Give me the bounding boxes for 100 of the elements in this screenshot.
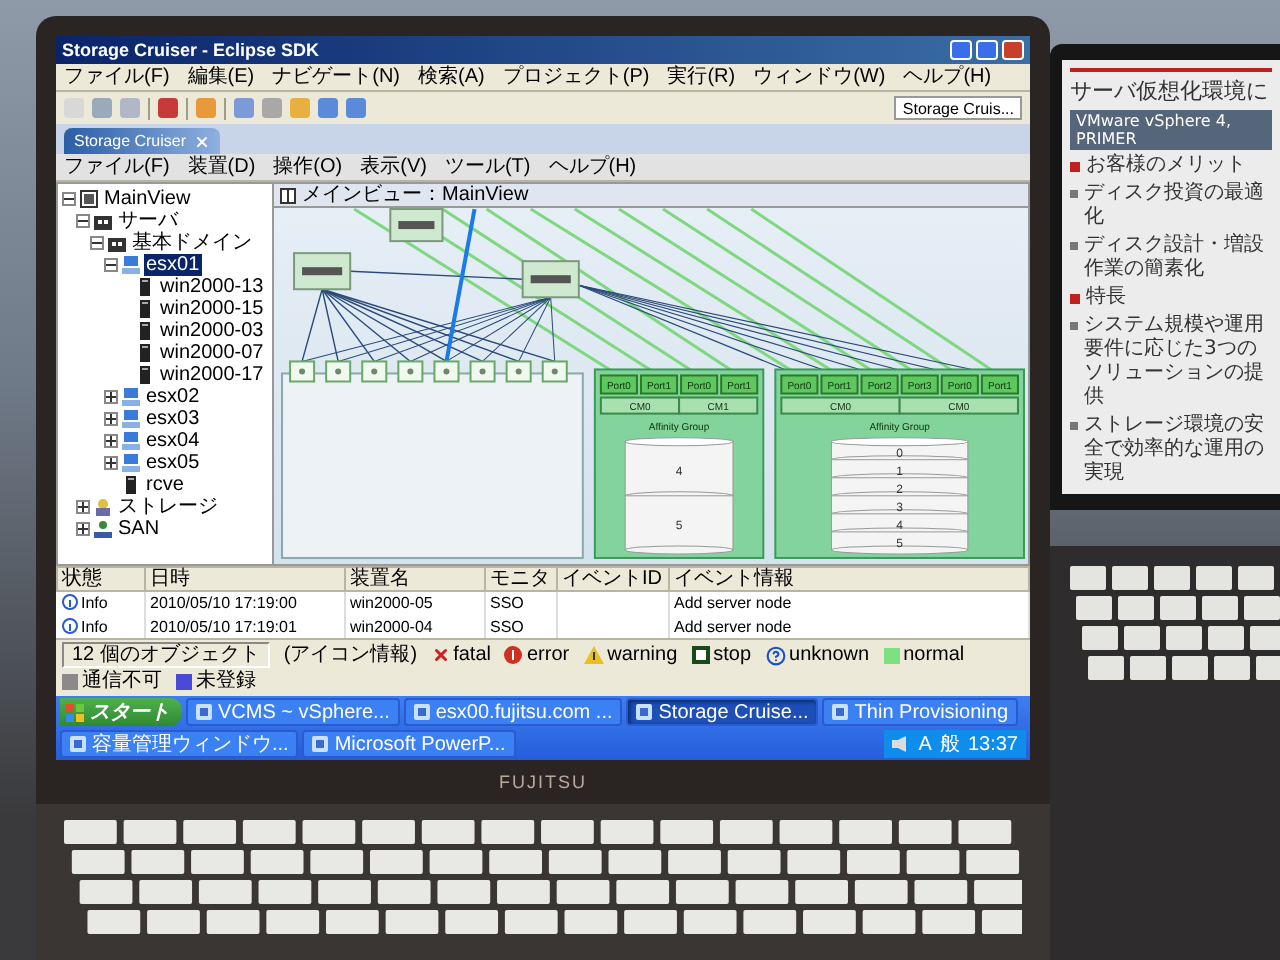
bullet-icon xyxy=(1070,242,1078,250)
app-icon xyxy=(196,704,212,720)
expand-toggle[interactable] xyxy=(104,434,118,448)
switch-node[interactable] xyxy=(389,208,444,243)
expand-toggle[interactable] xyxy=(76,500,90,514)
legend-label: fatal xyxy=(453,643,491,667)
menu-item[interactable]: ヘルプ(H) xyxy=(548,155,637,179)
menu-item[interactable]: ウィンドウ(W) xyxy=(753,65,886,89)
tree-item[interactable]: win2000-17 xyxy=(158,364,266,386)
host-node[interactable] xyxy=(325,360,352,383)
column-header[interactable]: モニタ xyxy=(485,566,557,590)
cross-icon xyxy=(431,646,450,664)
host-node[interactable] xyxy=(469,360,496,383)
switch-node[interactable] xyxy=(293,252,352,291)
collapse-toggle[interactable] xyxy=(62,192,76,206)
tower-icon xyxy=(136,300,154,318)
view-title: メインビュー：MainView xyxy=(302,183,529,207)
menu-item[interactable]: ツール(T) xyxy=(444,155,531,179)
expand-toggle[interactable] xyxy=(104,456,118,470)
column-header[interactable]: イベント情報 xyxy=(669,566,1029,590)
tree-item[interactable]: rcve xyxy=(144,474,186,496)
maximize-button[interactable] xyxy=(976,40,998,60)
tree-item[interactable]: esx01 xyxy=(144,254,202,276)
minimize-button[interactable] xyxy=(950,40,972,60)
taskbar-button[interactable]: Thin Provisioning xyxy=(822,698,1019,726)
tree-item[interactable]: esx05 xyxy=(144,452,202,474)
app-icon xyxy=(312,736,329,752)
taskbar-button[interactable]: 容量管理ウィンドウ... xyxy=(60,730,299,758)
tower-icon xyxy=(136,344,154,362)
expand-toggle[interactable] xyxy=(104,390,118,404)
menu-item[interactable]: プロジェクト(P) xyxy=(502,65,650,89)
collapse-toggle[interactable] xyxy=(90,236,104,250)
computer-icon xyxy=(122,388,140,406)
grid-icon xyxy=(80,190,98,208)
tree-item[interactable]: MainView xyxy=(102,188,193,210)
clock: 13:37 xyxy=(967,733,1018,755)
tree-item[interactable]: win2000-03 xyxy=(158,320,266,342)
taskbar-button[interactable]: VCMS ~ vSphere... xyxy=(186,698,400,726)
app-icon xyxy=(70,736,86,752)
perspective-button[interactable]: Storage Cruis... xyxy=(894,96,1022,120)
menu-item[interactable]: 操作(O) xyxy=(273,155,343,179)
computer-icon xyxy=(122,454,140,472)
close-button[interactable] xyxy=(1002,40,1024,60)
host-node[interactable] xyxy=(433,360,460,383)
taskbar-button[interactable]: Microsoft PowerP... xyxy=(302,730,516,758)
menu-item[interactable]: 検索(A) xyxy=(418,65,485,89)
expand-toggle[interactable] xyxy=(104,412,118,426)
collapse-toggle[interactable] xyxy=(104,258,118,272)
view-tab[interactable]: Storage Cruiser xyxy=(64,128,221,154)
taskbar-button[interactable]: esx00.fujitsu.com ... xyxy=(403,698,623,726)
tree-item[interactable]: win2000-07 xyxy=(158,342,266,364)
tree-item[interactable]: win2000-13 xyxy=(158,276,266,298)
column-header[interactable]: 日時 xyxy=(145,566,345,590)
slide-heading: 特長 xyxy=(1086,286,1126,310)
table-cell: Add server node xyxy=(669,590,1029,614)
menu-item[interactable]: ナビゲート(N) xyxy=(272,65,401,89)
object-count: 12 個のオブジェクト xyxy=(62,642,270,668)
tree-item[interactable]: 基本ドメイン xyxy=(130,232,254,254)
host-node[interactable] xyxy=(289,360,316,383)
legend-label: unknown xyxy=(789,643,870,667)
tree-item[interactable]: サーバ xyxy=(116,210,180,232)
tree-item[interactable]: win2000-15 xyxy=(158,298,266,320)
column-header[interactable]: 装置名 xyxy=(345,566,485,590)
flag-icon xyxy=(66,703,84,721)
tree-item[interactable]: esx02 xyxy=(144,386,202,408)
tree-item[interactable]: SAN xyxy=(116,518,162,540)
host-node[interactable] xyxy=(397,360,424,383)
menu-item[interactable]: ファイル(F) xyxy=(64,155,170,179)
column-header[interactable]: 状態 xyxy=(57,566,145,590)
menu-item[interactable]: 実行(R) xyxy=(667,65,736,89)
tree-item[interactable]: ストレージ xyxy=(116,496,220,518)
slide-text: ディスク設計・増設作業の簡素化 xyxy=(1084,234,1266,282)
menu-item[interactable]: 編集(E) xyxy=(187,65,255,89)
collapse-toggle[interactable] xyxy=(76,214,90,228)
bullet-icon xyxy=(1070,190,1078,198)
expand-toggle[interactable] xyxy=(76,522,90,536)
column-header[interactable]: イベントID xyxy=(557,566,669,590)
speaker-icon xyxy=(892,736,911,752)
tree-item[interactable]: esx04 xyxy=(144,430,202,452)
taskbar-button[interactable]: Storage Cruise... xyxy=(626,698,819,726)
host-node[interactable] xyxy=(505,360,532,383)
window-title: Storage Cruiser - Eclipse SDK xyxy=(62,40,320,60)
slide-text: ディスク投資の最適化 xyxy=(1084,182,1266,230)
menu-item[interactable]: ヘルプ(H) xyxy=(903,65,992,89)
slide-subtitle: VMware vSphere 4, PRIMER xyxy=(1070,110,1272,150)
switch-node[interactable] xyxy=(521,260,580,299)
bullet-icon xyxy=(1070,422,1078,430)
host-node[interactable] xyxy=(361,360,388,383)
tree-item[interactable]: esx03 xyxy=(144,408,202,430)
menu-item[interactable]: 表示(V) xyxy=(360,155,427,179)
table-cell: 2010/05/10 17:19:00 xyxy=(145,590,345,614)
app-icon xyxy=(832,704,849,720)
menu-item[interactable]: 装置(D) xyxy=(187,155,256,179)
warning-icon xyxy=(583,646,604,664)
slide-text: システム規模や運用要件に応じた3つのソリューションの提供 xyxy=(1084,314,1266,410)
table-cell: SSO xyxy=(485,590,557,614)
app-icon xyxy=(636,704,653,720)
error-icon xyxy=(504,646,523,664)
host-node[interactable] xyxy=(541,360,568,383)
menu-item[interactable]: ファイル(F) xyxy=(64,65,170,89)
